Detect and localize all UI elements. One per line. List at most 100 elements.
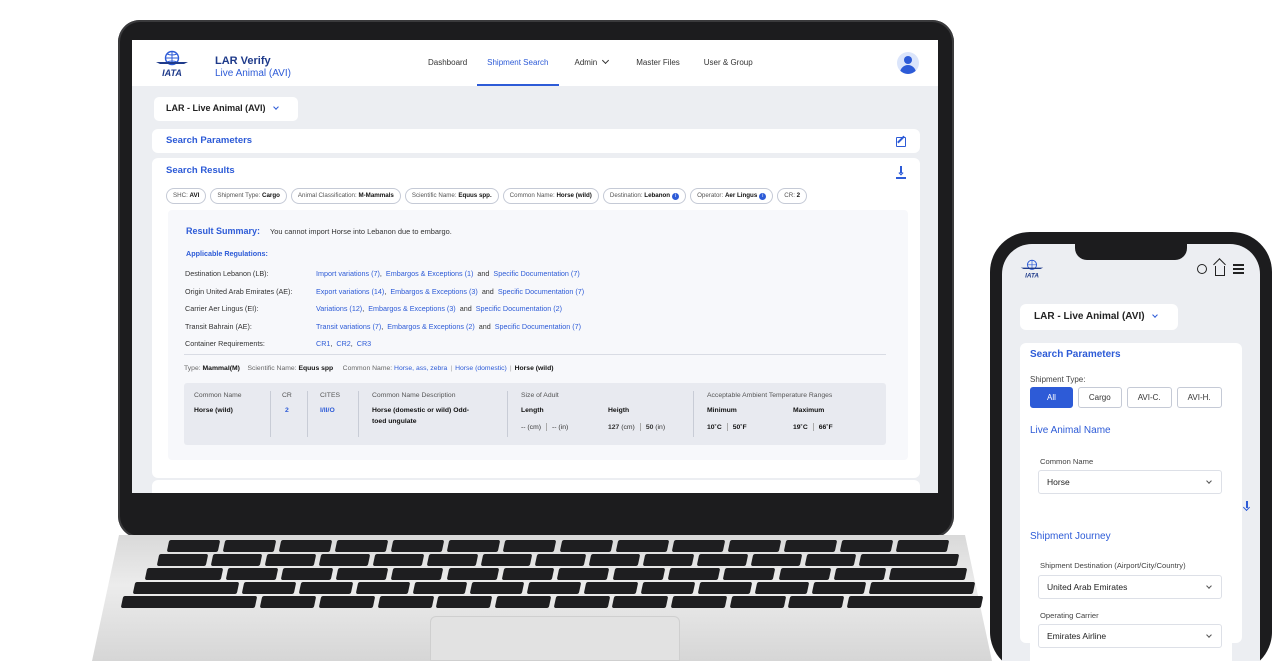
regulation-link[interactable]: Specific Documentation (7) [493,269,579,278]
regulation-link[interactable]: Transit variations (7) [316,322,381,331]
nav-user-group[interactable]: User & Group [690,40,763,86]
home-icon[interactable] [1215,266,1225,276]
cr-link[interactable]: CR3 [357,339,371,348]
chip-shc[interactable]: SHC: AVI [166,188,207,204]
table-cell: toed ungulate [372,418,417,425]
regulation-link[interactable]: Variations (12) [316,304,362,313]
chevron-down-icon [1206,478,1212,484]
laptop-screen: IATA LAR Verify Live Animal (AVI) Dashbo… [132,40,938,493]
download-icon[interactable] [1246,501,1248,508]
cites-link[interactable]: I/II/O [320,407,335,414]
shipment-journey-card: Shipment Destination (Airport/City/Count… [1030,553,1232,661]
nav-master-files[interactable]: Master Files [618,40,690,86]
info-icon[interactable]: i [759,193,767,200]
common-name-select[interactable]: Horse [1038,470,1222,494]
shipment-type-all[interactable]: All [1030,387,1073,408]
iata-logo-icon: IATA [156,50,188,78]
regulation-link[interactable]: Specific Documentation (2) [476,304,562,313]
regulation-label: Carrier Aer Lingus (EI): [185,304,259,313]
applicable-regulations-label: Applicable Regulations: [186,249,268,258]
regulation-link[interactable]: Embargos & Exceptions (2) [387,322,475,331]
search-results-panel: Search Results SHC: AVI Shipment Type: C… [152,158,920,478]
live-animal-name-card: Common Name Horse [1030,447,1232,517]
common-name-link[interactable]: Horse (domestic) [455,365,507,372]
chip-destination[interactable]: Destination: Lebanon i [602,188,687,204]
product-selector-label: LAR - Live Animal (AVI) [166,103,266,113]
product-selector[interactable]: LAR - Live Animal (AVI) [154,97,298,121]
table-header: Common Name Description [372,392,456,399]
table-subheader: Minimum [707,407,737,414]
regulation-link[interactable]: Export variations (14) [316,287,384,296]
device-mockup-scene: IATA LAR Verify Live Animal (AVI) Dashbo… [0,0,1280,661]
regulation-link[interactable]: Embargos & Exceptions (1) [386,269,474,278]
regulation-label: Destination Lebanon (LB): [185,269,269,278]
cr-link[interactable]: CR2 [336,339,350,348]
chip-animal-classification[interactable]: Animal Classification: M-Mammals [290,188,401,204]
destination-value: United Arab Emirates [1047,582,1128,592]
laptop-keyboard [112,538,984,612]
regulation-row: Carrier Aer Lingus (EI): Variations (12)… [185,304,563,313]
table-subheader: Heigth [608,407,630,414]
info-icon[interactable]: i [672,193,680,200]
chip-scientific-name[interactable]: Scientific Name: Equus spp. [404,188,499,204]
length-value: -- (cm) -- (in) [521,423,569,431]
regulation-row: Destination Lebanon (LB): Import variati… [185,269,580,278]
app-title: LAR Verify [215,55,271,67]
table-header: Acceptable Ambient Temperature Ranges [707,392,833,399]
table-header: Common Name [194,392,242,399]
download-icon[interactable] [896,166,906,179]
chevron-down-icon [602,56,610,65]
regulation-link[interactable]: Import variations (7) [316,269,380,278]
user-icon[interactable] [1197,264,1207,274]
table-header: Size of Adult [521,392,559,399]
chip-cr[interactable]: CR: 2 [777,188,808,204]
container-requirements-label: Container Requirements: [185,339,265,348]
laptop-trackpad [430,616,680,661]
regulation-row: Origin United Arab Emirates (AE): Export… [185,287,585,296]
common-name-link[interactable]: Horse, ass, zebra [394,365,447,372]
table-cell: Horse (domestic or wild) Odd- [372,407,470,414]
regulation-link[interactable]: Specific Documentation (7) [495,322,581,331]
shipment-type-avi-c[interactable]: AVI-C. [1126,387,1172,408]
nav-dashboard[interactable]: Dashboard [418,40,477,86]
shipment-type-cargo[interactable]: Cargo [1077,387,1122,408]
common-name-link-active[interactable]: Horse (wild) [515,365,554,372]
phone-notch [1075,244,1187,260]
min-temp-value: 10˚C 50˚F [707,423,747,431]
top-navigation-bar: IATA LAR Verify Live Animal (AVI) Dashbo… [132,40,938,86]
table-header: CITES [320,392,341,399]
edit-icon[interactable] [896,137,906,147]
table-subheader: Maximum [793,407,825,414]
common-name-value: Horse [1047,477,1070,487]
product-selector[interactable]: LAR - Live Animal (AVI) [1020,304,1178,330]
regulation-link[interactable]: Embargos & Exceptions (3) [368,304,456,313]
nav-admin-label: Admin [574,58,598,67]
regulation-link[interactable]: Specific Documentation (7) [498,287,584,296]
carrier-select[interactable]: Emirates Airline [1038,624,1222,648]
nav-shipment-search[interactable]: Shipment Search [477,40,559,86]
regulation-row: Transit Bahrain (AE): Transit variations… [185,322,582,331]
svg-text:IATA: IATA [1025,272,1039,279]
table-header: CR [282,392,292,399]
destination-select[interactable]: United Arab Emirates [1038,575,1222,599]
phone-header-icons [1197,264,1244,276]
shipment-type-avi-h[interactable]: AVI-H. [1176,387,1222,408]
shipment-type-label: Shipment Type: [1030,375,1086,384]
table-cell: Horse (wild) [194,407,233,414]
chevron-down-icon [1206,583,1212,589]
user-avatar-icon[interactable] [897,52,919,74]
additional-panel [152,480,920,493]
shipment-journey-title: Shipment Journey [1030,531,1111,542]
divider [184,354,886,355]
species-table: Common Name CR CITES Common Name Descrip… [184,383,886,445]
chevron-down-icon [1151,312,1158,318]
chip-shipment-type[interactable]: Shipment Type: Cargo [210,188,287,204]
menu-icon[interactable] [1233,264,1244,274]
chip-operator[interactable]: Operator: Aer Lingus i [690,188,774,204]
regulation-link[interactable]: Embargos & Exceptions (3) [390,287,478,296]
nav-admin[interactable]: Admin [559,40,619,86]
cr-link[interactable]: 2 [285,407,289,414]
chip-common-name[interactable]: Common Name: Horse (wild) [502,188,599,204]
search-parameters-panel[interactable]: Search Parameters [152,129,920,153]
cr-link[interactable]: CR1 [316,339,330,348]
